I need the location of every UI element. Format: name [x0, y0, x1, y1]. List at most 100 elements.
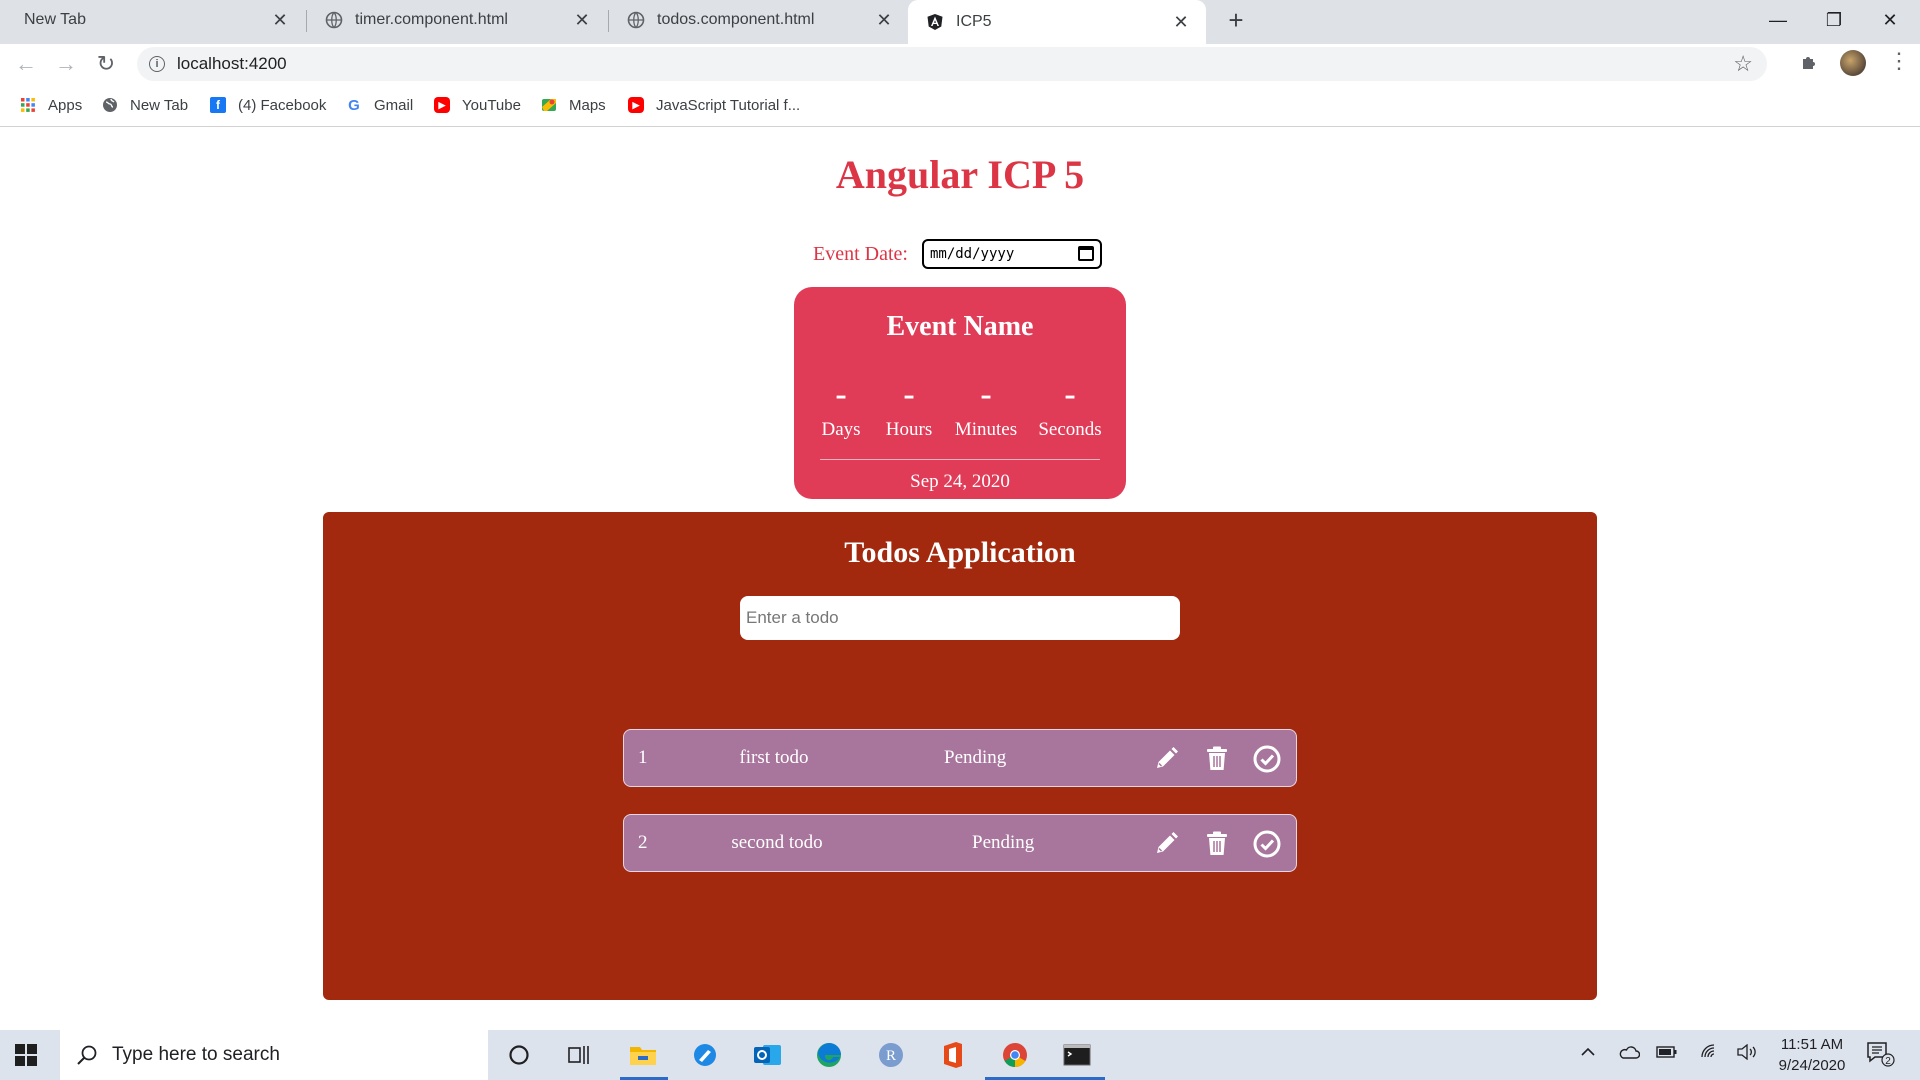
tab-label: New Tab	[24, 11, 86, 28]
tab-icp5[interactable]: ICP5 ✕	[908, 0, 1206, 44]
profile-avatar[interactable]	[1840, 50, 1866, 76]
close-tab-icon[interactable]: ✕	[873, 9, 895, 31]
globe-icon	[627, 11, 645, 29]
youtube-icon: ▶	[628, 97, 644, 113]
timer-days: - Days	[816, 378, 866, 441]
minimize-window-button[interactable]: —	[1750, 0, 1806, 40]
delete-trash-icon[interactable]	[1202, 829, 1232, 859]
todo-input[interactable]	[740, 596, 1180, 640]
bookmark-label: Gmail	[374, 96, 414, 114]
more-menu-icon[interactable]: ⋮	[1888, 48, 1910, 74]
close-tab-icon[interactable]: ✕	[269, 9, 291, 31]
windows-taskbar: Type here to search R 11:51 AM 9/24/2020…	[0, 1030, 1920, 1080]
page-content: Angular ICP 5 Event Date: mm/dd/yyyy Eve…	[0, 127, 1920, 1027]
bookmark-star-icon[interactable]: ☆	[1733, 51, 1753, 77]
forward-arrow-icon[interactable]: →	[52, 50, 80, 78]
restore-window-button[interactable]: ❐	[1806, 0, 1862, 40]
chrome-icon[interactable]	[998, 1038, 1032, 1072]
maps-icon	[542, 99, 556, 111]
edge-browser-icon[interactable]	[812, 1038, 846, 1072]
taskbar-clock[interactable]: 11:51 AM 9/24/2020	[1772, 1034, 1852, 1076]
bookmark-apps[interactable]: Apps	[20, 94, 82, 116]
notification-count: 2	[1885, 1056, 1891, 1067]
timer-value: -	[980, 376, 992, 413]
bookmark-label: Apps	[48, 96, 83, 114]
timer-seconds: - Seconds	[1030, 376, 1110, 441]
delete-trash-icon[interactable]	[1202, 744, 1232, 774]
bookmark-javascript-tutorial[interactable]: ▶ JavaScript Tutorial f...	[628, 94, 800, 116]
bookmark-new-tab[interactable]: New Tab	[102, 94, 188, 116]
timer-hours: - Hours	[874, 376, 944, 441]
paint-app-icon[interactable]	[688, 1038, 722, 1072]
taskbar-search-box[interactable]: Type here to search	[60, 1030, 488, 1080]
windows-start-icon[interactable]	[14, 1043, 38, 1067]
timer-divider	[820, 459, 1100, 460]
todo-item: 2 second todo Pending	[623, 814, 1297, 872]
tab-timer-component[interactable]: timer.component.html ✕	[307, 0, 607, 40]
apps-grid-icon	[21, 98, 35, 112]
globe-icon	[103, 98, 117, 112]
file-explorer-icon[interactable]	[626, 1038, 660, 1072]
page-title: Angular ICP 5	[835, 152, 1085, 197]
back-arrow-icon[interactable]: ←	[12, 50, 40, 78]
bookmark-facebook[interactable]: f (4) Facebook	[210, 94, 326, 116]
tab-new-tab[interactable]: New Tab ✕	[0, 0, 305, 40]
angular-logo-icon	[927, 14, 943, 30]
task-view-icon[interactable]	[562, 1038, 596, 1072]
complete-check-icon[interactable]	[1252, 744, 1282, 774]
bookmark-maps[interactable]: Maps	[541, 94, 606, 116]
bookmarks-bar: Apps New Tab f (4) Facebook G Gmail ▶ Yo…	[0, 84, 1920, 127]
bookmark-label: New Tab	[130, 96, 189, 114]
tab-todos-component[interactable]: todos.component.html ✕	[609, 0, 909, 40]
edit-pencil-icon[interactable]	[1151, 744, 1181, 774]
bookmark-label: JavaScript Tutorial f...	[656, 96, 801, 114]
close-tab-icon[interactable]: ✕	[571, 9, 593, 31]
bookmark-gmail[interactable]: G Gmail	[346, 94, 413, 116]
site-info-icon[interactable]: i	[149, 56, 165, 72]
office-icon[interactable]	[936, 1038, 970, 1072]
browser-toolbar: ← → ↻ i localhost:4200 ☆	[0, 44, 1920, 84]
taskbar-search-placeholder: Type here to search	[112, 1044, 280, 1065]
close-tab-icon[interactable]: ✕	[1170, 11, 1192, 33]
todo-status: Pending	[944, 747, 1007, 768]
show-hidden-icons-chevron-icon[interactable]	[1580, 1044, 1596, 1065]
close-window-button[interactable]: ✕	[1862, 0, 1918, 40]
timer-value: -	[903, 376, 915, 413]
svg-text:R: R	[886, 1048, 896, 1064]
r-app-icon[interactable]: R	[874, 1038, 908, 1072]
cortana-icon[interactable]	[502, 1038, 536, 1072]
event-name: Event Name	[886, 311, 1034, 342]
timer-value: -	[1064, 376, 1076, 413]
address-bar[interactable]: i localhost:4200 ☆	[137, 47, 1767, 81]
google-icon: G	[348, 96, 360, 114]
event-date-label: Event Date:	[813, 242, 908, 265]
reload-icon[interactable]: ↻	[92, 50, 120, 78]
event-date-input[interactable]: mm/dd/yyyy	[921, 239, 1102, 269]
volume-icon[interactable]	[1736, 1043, 1758, 1065]
new-tab-button[interactable]: +	[1222, 5, 1250, 35]
edit-pencil-icon[interactable]	[1151, 829, 1181, 859]
terminal-icon[interactable]	[1060, 1038, 1094, 1072]
tab-label: timer.component.html	[355, 11, 508, 28]
todo-item: 1 first todo Pending	[623, 729, 1297, 787]
notification-center-icon[interactable]: 2	[1866, 1040, 1896, 1073]
outlook-icon[interactable]	[751, 1038, 785, 1072]
todo-text: second todo	[731, 832, 823, 853]
todos-panel: Todos Application 1 first todo Pending 2…	[323, 512, 1597, 1000]
wifi-icon[interactable]	[1700, 1044, 1720, 1065]
facebook-icon: f	[210, 97, 226, 113]
bookmark-youtube[interactable]: ▶ YouTube	[434, 94, 521, 116]
event-date-placeholder: mm/dd/yyyy	[929, 246, 1015, 262]
bookmark-label: Maps	[569, 96, 606, 114]
extensions-puzzle-icon[interactable]	[1800, 52, 1820, 78]
todos-title: Todos Application	[844, 536, 1076, 569]
url-text[interactable]: localhost:4200	[177, 54, 287, 74]
onedrive-cloud-icon[interactable]	[1618, 1044, 1641, 1065]
bookmark-label: YouTube	[462, 96, 521, 114]
calendar-icon[interactable]	[1077, 246, 1094, 261]
battery-icon[interactable]	[1656, 1044, 1678, 1065]
bookmark-label: (4) Facebook	[238, 96, 327, 114]
complete-check-icon[interactable]	[1252, 829, 1282, 859]
browser-tab-strip: New Tab ✕ timer.component.html ✕ todos.c…	[0, 0, 1920, 44]
tab-label: ICP5	[956, 13, 992, 30]
